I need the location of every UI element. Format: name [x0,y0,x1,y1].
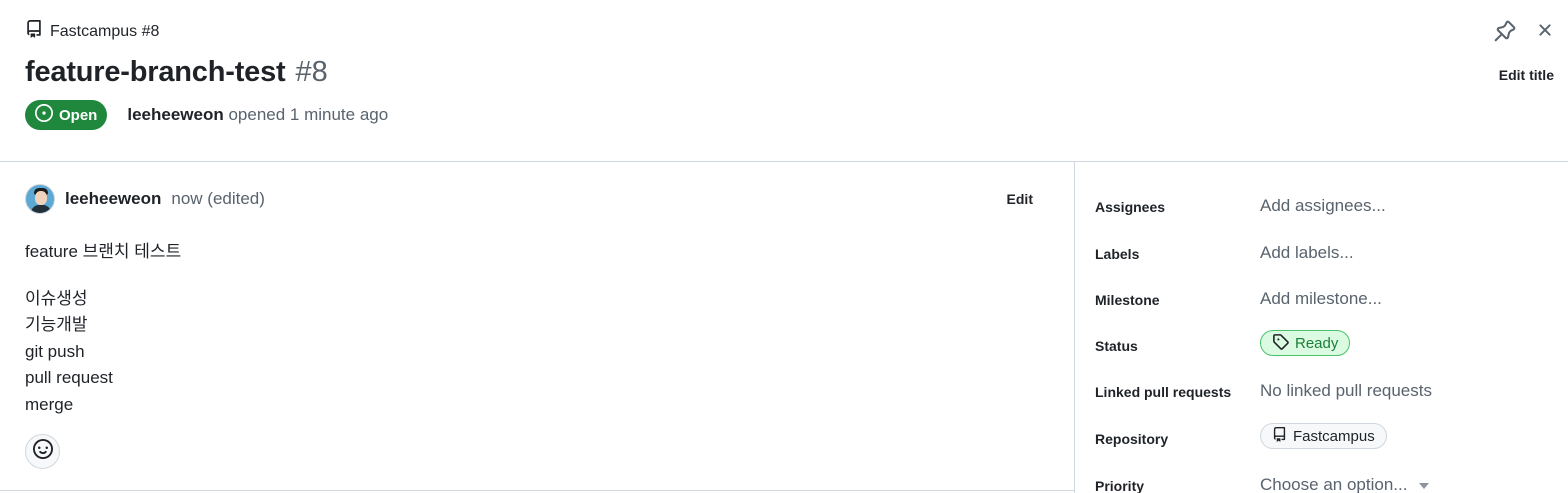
breadcrumb[interactable]: Fastcampus #8 [25,20,159,43]
field-labels: Labels Add labels... [1095,239,1555,269]
field-repository: Repository Fastcampus [1095,423,1555,454]
field-assignees: Assignees Add assignees... [1095,192,1555,222]
edit-title-button[interactable]: Edit title [1499,67,1554,83]
close-icon [1535,24,1555,44]
repo-icon [1272,426,1287,446]
comment-line: 기능개발 [25,315,88,334]
tag-icon [1272,333,1289,354]
comment-author[interactable]: leeheeweon [65,189,161,209]
status-pill-label: Ready [1295,334,1339,352]
repo-icon [25,20,43,43]
status-badge: Open [25,100,108,130]
field-label: Assignees [1095,199,1166,215]
repository-pill-label: Fastcampus [1293,427,1375,445]
pin-button[interactable] [1494,20,1516,42]
comment-body: feature 브랜치 테스트 이슈생성 기능개발 git push pull … [25,239,181,418]
opened-info: leeheeweon opened 1 minute ago [127,105,388,125]
issue-title-row: feature-branch-test #8 [25,56,328,89]
author-link[interactable]: leeheeweon [127,105,223,124]
issue-opened-icon [35,104,53,126]
breadcrumb-label: Fastcampus #8 [50,22,160,40]
close-button[interactable] [1535,20,1555,40]
add-reaction-button[interactable] [25,434,60,469]
field-status: Status Ready [1095,330,1555,361]
field-label: Priority [1095,478,1145,493]
comment-line: pull request [25,368,113,387]
field-label: Status [1095,338,1138,354]
field-label: Labels [1095,246,1140,262]
field-label: Linked pull requests [1095,384,1232,400]
status-label: Open [59,106,98,124]
comment-timestamp: now (edited) [171,189,265,208]
priority-select[interactable]: Choose an option... [1260,475,1430,493]
field-linked-prs: Linked pull requests No linked pull requ… [1095,377,1555,407]
chevron-down-icon [1419,482,1430,489]
opened-time: opened 1 minute ago [228,105,389,124]
avatar[interactable] [25,184,55,214]
comment-line: 이슈생성 [25,288,88,308]
comment-header: leeheeweon now (edited) [25,184,265,214]
comment-line: merge [25,394,74,414]
status-pill[interactable]: Ready [1260,330,1351,356]
comment-line: git push [25,341,85,361]
field-milestone: Milestone Add milestone... [1095,285,1555,315]
comment-paragraph: feature 브랜치 테스트 [25,242,182,261]
divider [0,490,1075,491]
edit-comment-button[interactable]: Edit [1007,191,1033,207]
linked-prs-value: No linked pull requests [1260,381,1432,400]
field-label: Milestone [1095,292,1160,308]
priority-select-label: Choose an option... [1260,475,1408,493]
repository-pill[interactable]: Fastcampus [1260,423,1387,449]
field-priority: Priority Choose an option... [1095,471,1555,493]
add-assignees-button[interactable]: Add assignees... [1260,196,1386,216]
pin-icon [1494,20,1516,46]
smiley-icon [32,439,53,464]
issue-title: feature-branch-test [25,56,286,88]
issue-number: #8 [295,56,328,88]
issue-state-row: Open leeheeweon opened 1 minute ago [25,100,388,130]
add-labels-button[interactable]: Add labels... [1260,243,1354,263]
comment-panel: leeheeweon now (edited) Edit feature 브랜치… [0,162,1075,493]
field-label: Repository [1095,431,1169,447]
issue-header: Fastcampus #8 feature-branch-test #8 Edi… [0,0,1568,162]
add-milestone-button[interactable]: Add milestone... [1260,289,1382,309]
